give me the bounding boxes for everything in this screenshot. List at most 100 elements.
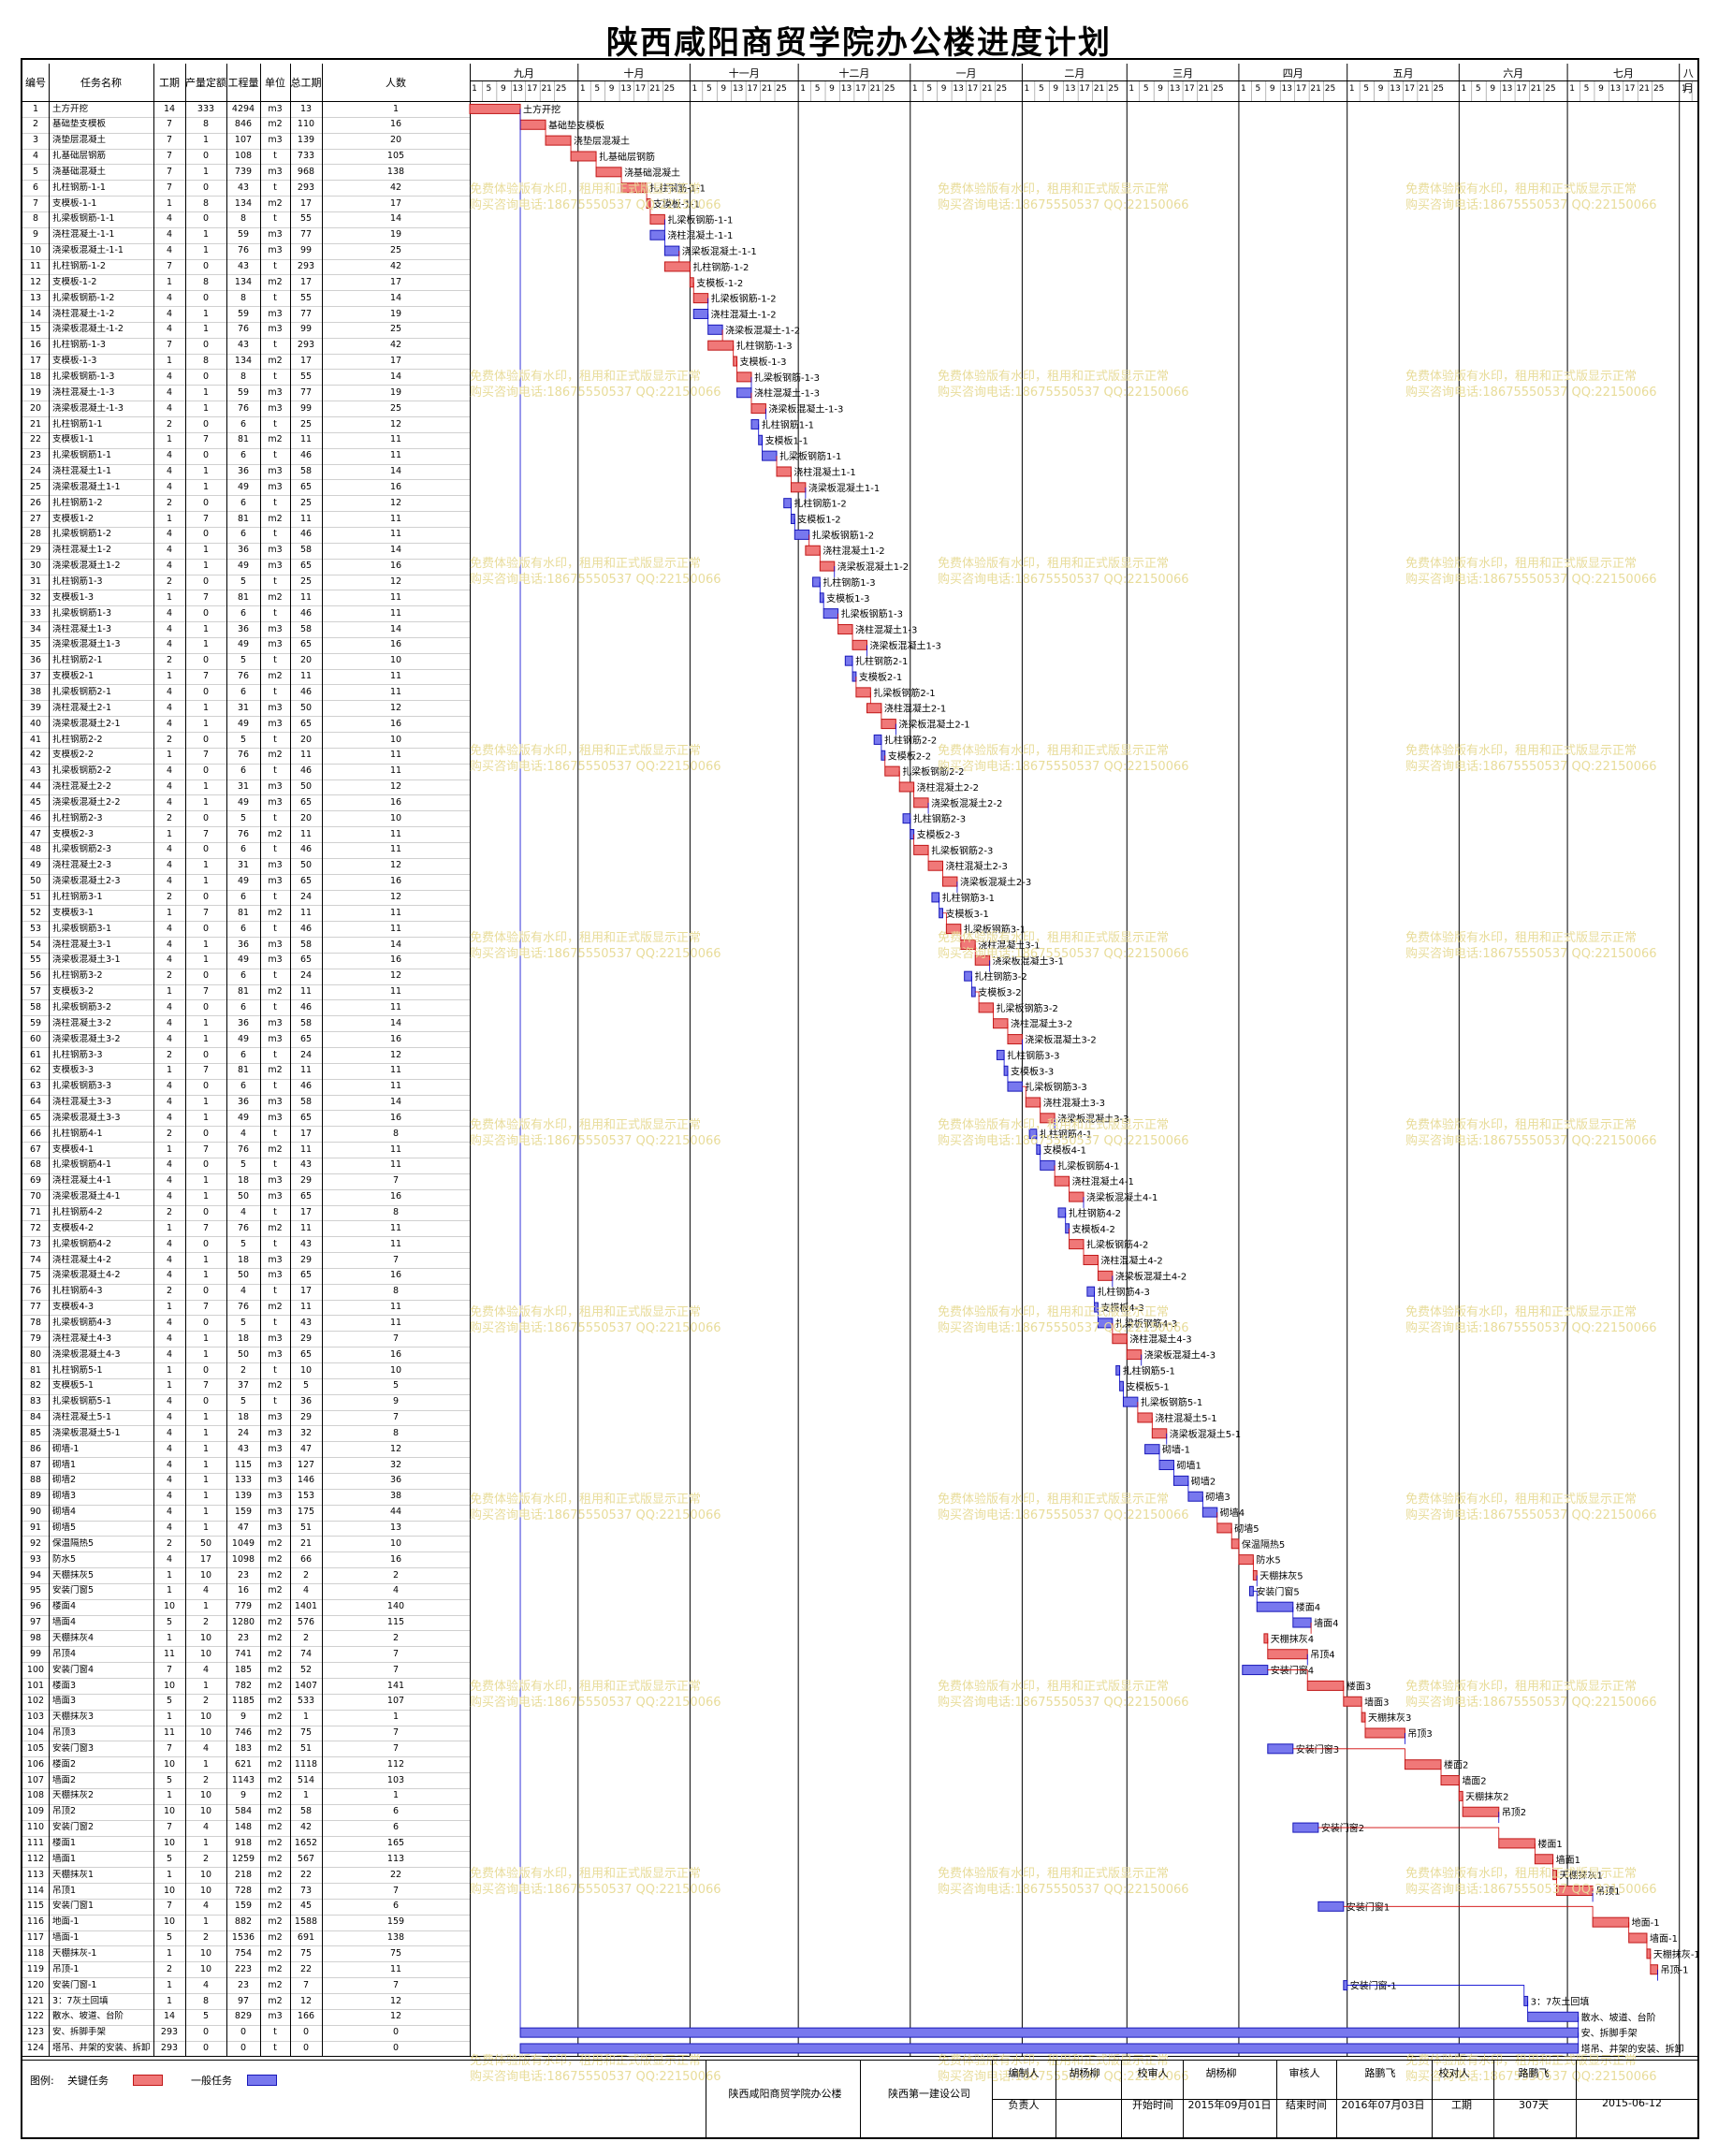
normal-task-bar bbox=[844, 655, 853, 666]
critical-task-bar bbox=[1552, 1870, 1558, 1881]
critical-task-bar bbox=[898, 781, 915, 793]
critical-task-bar bbox=[1343, 1696, 1362, 1707]
normal-task-bar bbox=[1527, 2011, 1580, 2022]
task-bar-label: 扎柱钢筋-1-1 bbox=[649, 182, 706, 195]
task-bar-label: 浇柱混凝土3-2 bbox=[1011, 1018, 1072, 1030]
task-bar-label: 扎基础层钢筋 bbox=[599, 151, 655, 163]
approver-value: 路鹏飞 bbox=[1364, 2067, 1396, 2080]
task-bar-label: 扎柱钢筋1-1 bbox=[762, 418, 814, 430]
task-bar-label: 天棚抹灰1 bbox=[1560, 1870, 1603, 1882]
normal-task-bar bbox=[1057, 1207, 1067, 1218]
task-bar-label: 支模板3-1 bbox=[946, 908, 989, 920]
task-bar-label: 浇梁板混凝土2-2 bbox=[931, 797, 1002, 809]
critical-task-bar bbox=[692, 293, 709, 304]
task-bar-label: 扎柱钢筋1-2 bbox=[793, 498, 846, 510]
normal-task-bar bbox=[939, 908, 944, 919]
normal-task-bar bbox=[1292, 1822, 1319, 1833]
critical-task-bar bbox=[1458, 1790, 1463, 1801]
critical-task-bar bbox=[866, 703, 882, 714]
task-bar-label: 塔吊、井架的安装、拆卸 bbox=[1581, 2043, 1684, 2055]
critical-task-bar bbox=[469, 103, 521, 114]
task-bar-label: 吊顶2 bbox=[1502, 1807, 1526, 1818]
task-bar-label: 扎柱钢筋4-2 bbox=[1069, 1207, 1121, 1219]
task-bar-label: 楼面1 bbox=[1537, 1838, 1562, 1850]
critical-task-bar bbox=[805, 545, 821, 556]
footer-divider bbox=[1276, 2060, 1277, 2137]
normal-task-bar bbox=[1086, 1286, 1096, 1297]
task-bar-label: 浇梁板混凝土3-2 bbox=[1025, 1034, 1096, 1046]
task-bar-label: 扎梁板钢筋4-2 bbox=[1086, 1239, 1148, 1251]
task-bar-label: 浇梁板混凝土-1-1 bbox=[682, 245, 757, 257]
normal-task-bar bbox=[750, 418, 760, 430]
normal-task-bar bbox=[1201, 1507, 1218, 1518]
critical-task-bar bbox=[1498, 1838, 1536, 1849]
normal-task-bar bbox=[881, 750, 886, 761]
critical-task-bar bbox=[1126, 1349, 1143, 1361]
task-bar-label: 吊顶4 bbox=[1310, 1650, 1334, 1661]
critical-task-bar bbox=[1069, 1239, 1085, 1250]
footer: 图例: 关键任务 一般任务 陕西咸阳商贸学院办公楼 陕西第一建设公司 编制人 胡… bbox=[22, 2060, 1697, 2137]
critical-task-bar bbox=[570, 151, 597, 162]
task-bar-label: 扎柱钢筋2-1 bbox=[855, 655, 908, 667]
task-bar-label: 扎梁板钢筋2-3 bbox=[931, 844, 993, 856]
critical-task-bar bbox=[1404, 1759, 1442, 1770]
task-bar-label: 保温隔热5 bbox=[1242, 1538, 1285, 1551]
critical-task-bar bbox=[913, 797, 929, 808]
normal-task-bar bbox=[1318, 1901, 1345, 1912]
task-bar-label: 安装门窗5 bbox=[1256, 1585, 1299, 1597]
footer-divider bbox=[860, 2060, 861, 2137]
critical-task-bar bbox=[1112, 1333, 1128, 1345]
task-bar-label: 砌墙2 bbox=[1191, 1475, 1216, 1487]
task-bar-label: 浇柱混凝土1-2 bbox=[823, 545, 884, 557]
task-bar-label: 扎柱钢筋3-1 bbox=[942, 892, 995, 904]
critical-task-bar bbox=[707, 340, 735, 351]
critical-task-bar bbox=[1083, 1254, 1099, 1265]
normal-task-bar bbox=[996, 1049, 1005, 1060]
task-bar-label: 天棚抹灰3 bbox=[1368, 1712, 1411, 1724]
task-bar-label: 支模板2-3 bbox=[917, 829, 960, 841]
project-name: 陕西咸阳商贸学院办公楼 bbox=[728, 2088, 842, 2101]
critical-task-bar bbox=[1650, 1964, 1659, 1975]
critical-task-bar bbox=[1267, 1649, 1308, 1660]
critical-task-bar bbox=[663, 261, 691, 272]
normal-task-bar bbox=[783, 498, 792, 509]
critical-task-bar bbox=[974, 954, 991, 966]
gantt-frame: 编号 任务名称 工期 产量定额 工程量 单位 总工期 人数 1 土方开挖 14 333 4294 m3 1… bbox=[21, 58, 1699, 2139]
legend-critical-label: 关键任务 bbox=[67, 2075, 109, 2088]
task-bar-label: 扎梁板钢筋4-3 bbox=[1115, 1318, 1177, 1330]
task-bar-label: 支模板4-2 bbox=[1072, 1223, 1115, 1235]
normal-task-bar bbox=[793, 529, 810, 540]
task-bar-label: 天棚抹灰4 bbox=[1271, 1633, 1314, 1645]
task-bar-label: 防水5 bbox=[1256, 1554, 1280, 1566]
task-bar-label: 浇柱混凝土1-1 bbox=[793, 466, 855, 478]
task-bar-label: 浇梁板混凝土-1-2 bbox=[725, 324, 800, 336]
task-bar-label: 支模板3-3 bbox=[1011, 1065, 1054, 1077]
normal-task-bar bbox=[970, 986, 976, 998]
reviewer-value: 胡杨柳 bbox=[1205, 2067, 1237, 2080]
task-bar-label: 楼面3 bbox=[1347, 1680, 1371, 1692]
critical-task-bar bbox=[881, 719, 896, 730]
task-bar-label: 浇梁板混凝土3-3 bbox=[1057, 1113, 1128, 1125]
task-bar-label: 浇柱混凝土1-3 bbox=[855, 623, 917, 635]
critical-task-bar bbox=[945, 924, 962, 935]
task-bar-label: 浇柱混凝土3-1 bbox=[978, 939, 1040, 951]
task-bar-label: 扎柱钢筋-1-3 bbox=[736, 340, 793, 352]
task-bar-label: 扎梁板钢筋-1-2 bbox=[711, 293, 777, 305]
normal-task-bar bbox=[1523, 1995, 1529, 2006]
task-bar-label: 浇梁板混凝土1-1 bbox=[808, 482, 880, 494]
critical-task-bar bbox=[1054, 1175, 1070, 1187]
task-bar-label: 支模板1-3 bbox=[826, 592, 869, 605]
normal-task-bar bbox=[1097, 1318, 1114, 1329]
task-bar-label: 散水、坡道、台阶 bbox=[1581, 2011, 1656, 2023]
normal-task-bar bbox=[519, 2043, 1580, 2054]
task-bar-label: 支模板5-1 bbox=[1126, 1380, 1169, 1392]
critical-task-bar bbox=[978, 1002, 995, 1013]
task-bar-label: 土方开挖 bbox=[523, 103, 561, 115]
task-bar-label: 楼面4 bbox=[1296, 1601, 1320, 1613]
legend-critical-swatch bbox=[133, 2075, 163, 2087]
critical-task-bar bbox=[993, 1018, 1009, 1029]
task-bar-label: 支模板4-3 bbox=[1100, 1302, 1143, 1314]
task-bar-label: 支模板1-1 bbox=[765, 434, 808, 446]
duration-value: 307天 bbox=[1519, 2099, 1549, 2112]
critical-task-bar bbox=[855, 687, 871, 698]
